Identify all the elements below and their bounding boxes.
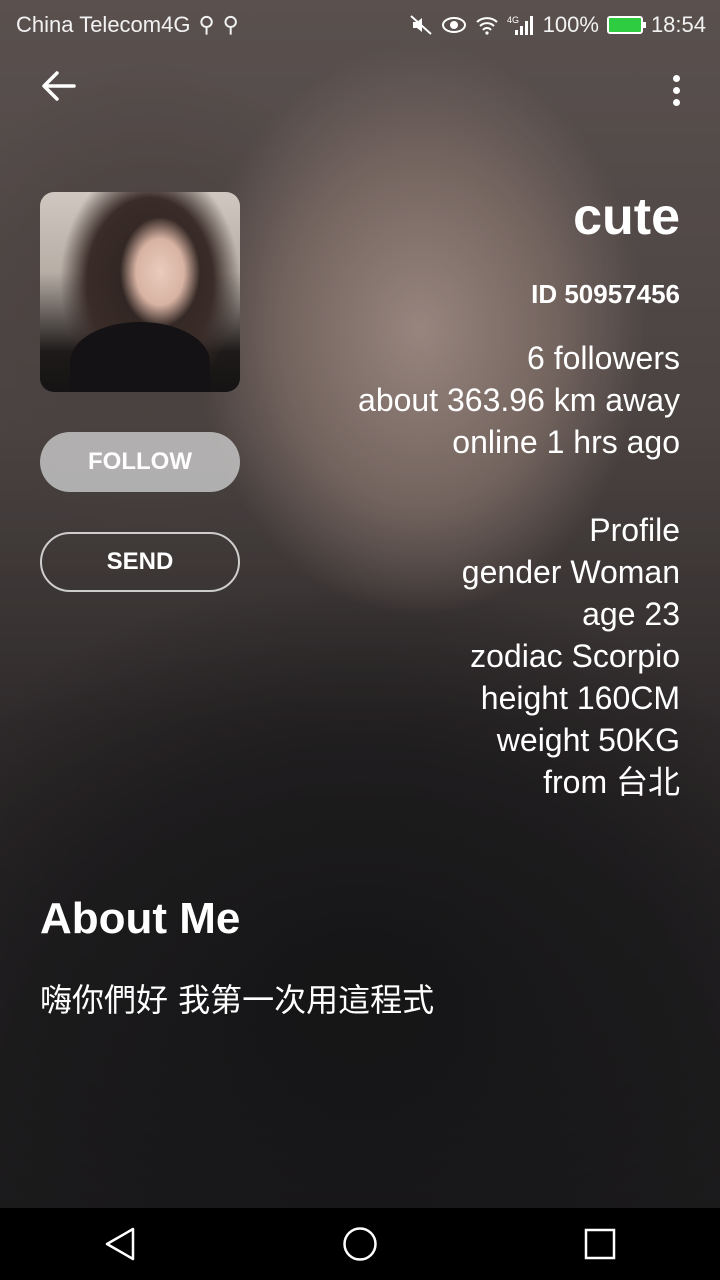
avatar[interactable] bbox=[40, 192, 240, 392]
wifi-icon bbox=[475, 17, 498, 35]
usb-icon: ⚲ bbox=[222, 12, 239, 37]
followers-count: 6 followers bbox=[527, 340, 680, 376]
profile-from: from 台北 bbox=[543, 764, 680, 800]
signal-icon: 4G bbox=[507, 15, 533, 35]
last-online: online 1 hrs ago bbox=[452, 424, 680, 460]
profile-weight: weight 50KG bbox=[496, 722, 680, 758]
usb-icon: ⚲ bbox=[198, 12, 215, 37]
profile-zodiac: zodiac Scorpio bbox=[470, 638, 680, 674]
back-triangle-icon bbox=[105, 1227, 135, 1261]
eye-icon bbox=[441, 17, 466, 33]
more-dot bbox=[672, 98, 680, 106]
status-bar: China Telecom4G ⚲ ⚲ 4G 100% 18:54 bbox=[0, 0, 720, 50]
recents-square-icon bbox=[584, 1228, 616, 1260]
follow-button[interactable]: FOLLOW bbox=[40, 432, 240, 492]
profile-age: age 23 bbox=[582, 596, 680, 632]
nickname: cute bbox=[573, 188, 680, 246]
send-button[interactable]: SEND bbox=[40, 532, 240, 592]
more-options-button[interactable] bbox=[656, 68, 696, 112]
navigation-bar bbox=[0, 1208, 720, 1280]
nav-home-button[interactable] bbox=[330, 1214, 390, 1274]
profile-gender: gender Woman bbox=[461, 554, 680, 590]
profile-details: Profile gender Woman age 23 zodiac Scorp… bbox=[462, 509, 680, 803]
more-dot bbox=[672, 86, 680, 94]
nav-back-button[interactable] bbox=[90, 1214, 150, 1274]
battery-percent: 100% bbox=[542, 12, 599, 37]
clock: 18:54 bbox=[650, 12, 706, 37]
user-id: ID 50957456 bbox=[531, 279, 680, 309]
about-text: 嗨你們好 我第一次用這程式 bbox=[40, 981, 435, 1019]
more-vertical-icon bbox=[672, 74, 680, 82]
arrow-left-icon bbox=[42, 71, 76, 101]
distance: about 363.96 km away bbox=[358, 382, 680, 418]
home-circle-icon bbox=[343, 1227, 377, 1261]
profile-stats: 6 followers about 363.96 km away online … bbox=[358, 337, 680, 463]
back-button[interactable] bbox=[36, 68, 80, 112]
profile-height: height 160CM bbox=[480, 680, 680, 716]
svg-text:4G: 4G bbox=[507, 15, 519, 25]
about-title: About Me bbox=[40, 894, 241, 943]
battery-icon bbox=[606, 16, 646, 34]
nav-recents-button[interactable] bbox=[570, 1214, 630, 1274]
profile-title: Profile bbox=[589, 512, 680, 548]
carrier-label: China Telecom4G bbox=[16, 12, 191, 37]
mute-icon bbox=[409, 15, 432, 35]
